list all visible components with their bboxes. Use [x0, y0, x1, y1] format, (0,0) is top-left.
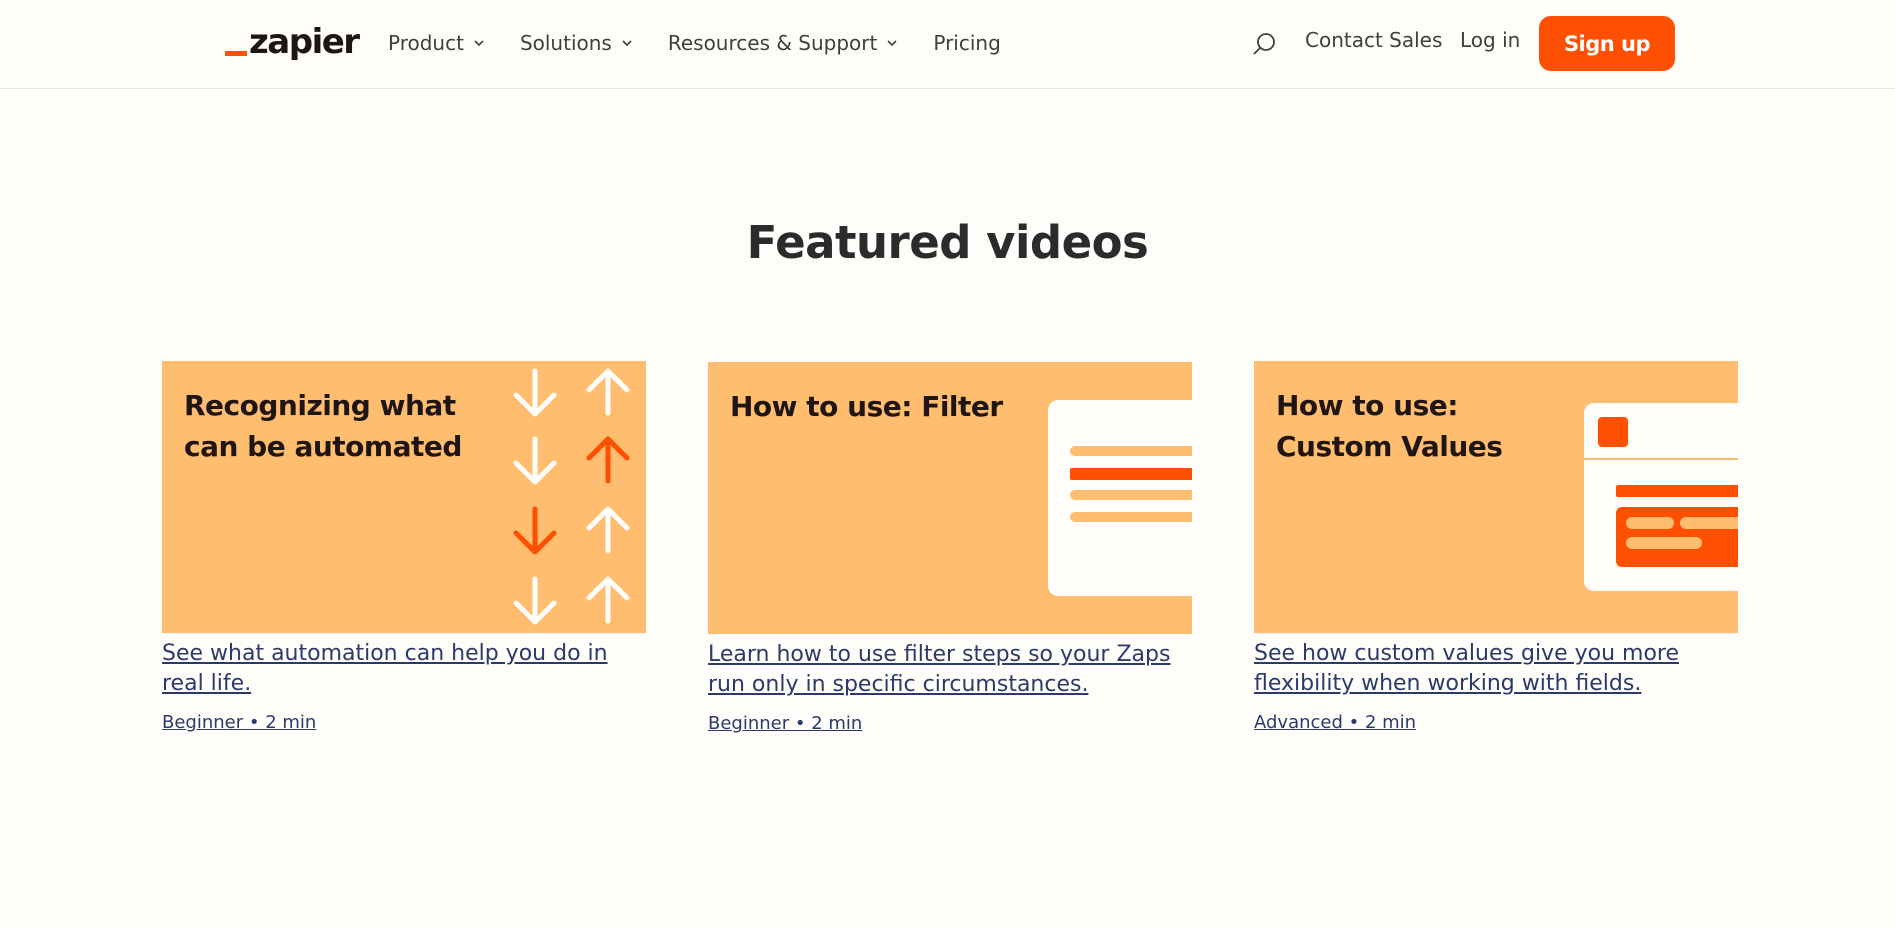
arrow-down-icon: [513, 436, 557, 485]
video-description-link[interactable]: See how custom values give you more flex…: [1254, 639, 1738, 699]
nav-product-label: Product: [388, 31, 464, 55]
arrow-down-icon: [513, 506, 557, 555]
search-icon[interactable]: [1250, 30, 1278, 58]
chevron-down-icon: [622, 40, 632, 47]
section-title: Featured videos: [746, 216, 1149, 269]
thumbnail-title: Recognizing what can be automated: [184, 389, 462, 463]
chevron-down-icon: [474, 40, 484, 47]
thumbnail-title: How to use: Filter: [730, 390, 1003, 423]
sign-up-button[interactable]: Sign up: [1539, 16, 1675, 71]
arrow-down-icon: [513, 368, 557, 417]
arrow-up-icon: [586, 368, 630, 416]
arrow-down-icon: [513, 576, 557, 625]
video-meta-link[interactable]: Advanced • 2 min: [1254, 712, 1738, 733]
nav-solutions-label: Solutions: [519, 31, 612, 55]
logo-text: zapier: [249, 22, 360, 62]
nav-product[interactable]: Product: [388, 31, 486, 55]
nav-resources[interactable]: Resources & Support: [668, 31, 900, 55]
nav-pricing-label: Pricing: [933, 31, 1001, 55]
chevron-down-icon: [887, 40, 897, 47]
arrows-illustration: [513, 368, 630, 625]
filter-illustration: [1048, 400, 1192, 596]
video-card: How to use: Filter Learn how to use filt…: [708, 362, 1192, 734]
video-thumbnail[interactable]: How to use: Custom Values: [1254, 361, 1738, 633]
arrow-up-icon: [586, 506, 630, 554]
thumbnail-title: How to use: Custom Values: [1276, 389, 1503, 463]
video-card: Recognizing what can be automated See wh…: [162, 361, 646, 733]
main-nav: Product Solutions Resources & Support Pr…: [388, 26, 1035, 60]
video-card: How to use: Custom Values See how custom…: [1254, 361, 1738, 733]
video-description-link[interactable]: Learn how to use filter steps so your Za…: [708, 640, 1192, 700]
video-thumbnail[interactable]: Recognizing what can be automated: [162, 361, 646, 633]
site-header: zapier Product Solutions Resources & Sup…: [0, 0, 1895, 89]
nav-resources-label: Resources & Support: [667, 31, 878, 55]
custom-values-illustration: [1584, 403, 1738, 591]
log-in-link[interactable]: Log in: [1460, 28, 1520, 52]
contact-sales-link[interactable]: Contact Sales: [1305, 28, 1442, 52]
logo-underscore: [225, 51, 247, 56]
nav-pricing[interactable]: Pricing: [933, 31, 1000, 55]
nav-solutions[interactable]: Solutions: [520, 31, 634, 55]
video-meta-link[interactable]: Beginner • 2 min: [708, 713, 1192, 734]
video-meta-link[interactable]: Beginner • 2 min: [162, 712, 646, 733]
arrow-up-icon: [586, 576, 630, 624]
video-description-link[interactable]: See what automation can help you do in r…: [162, 639, 646, 699]
arrow-up-icon: [586, 436, 630, 484]
video-thumbnail[interactable]: How to use: Filter: [708, 362, 1192, 634]
zapier-logo[interactable]: zapier: [225, 22, 360, 62]
